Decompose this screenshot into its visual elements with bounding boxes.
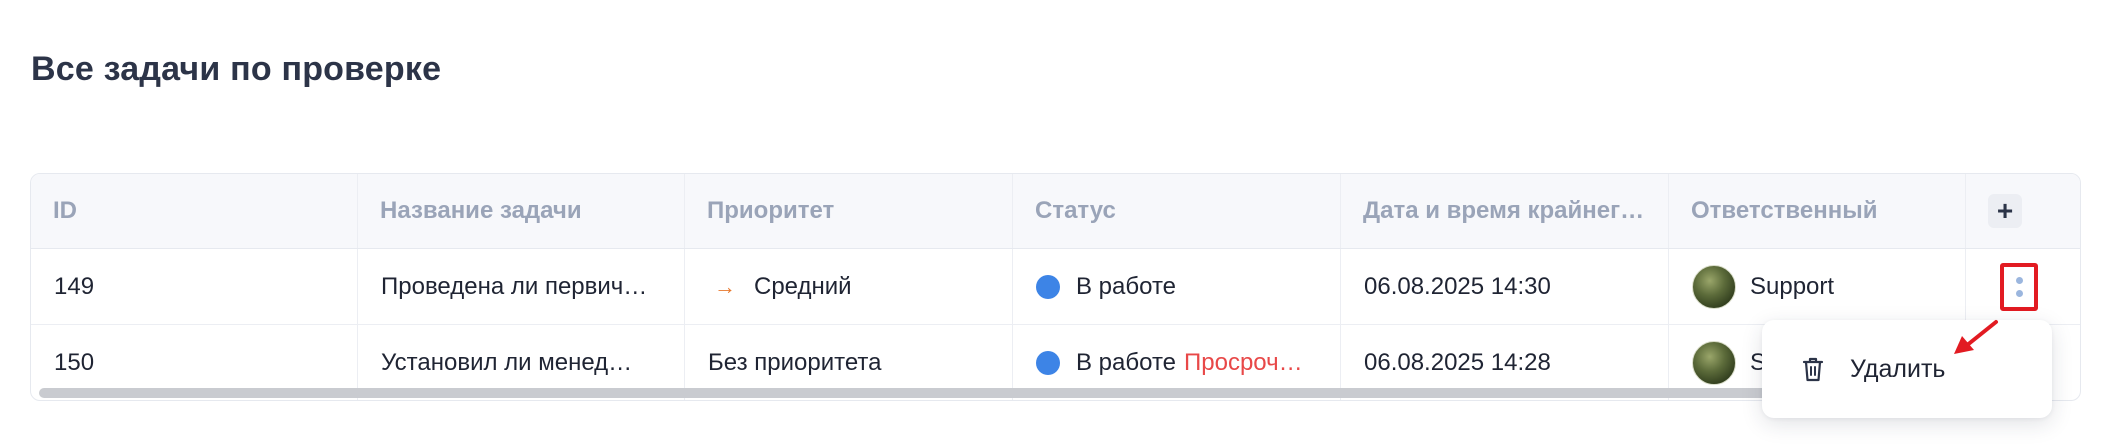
kebab-dot <box>2015 289 2023 297</box>
priority-text: Средний <box>754 272 852 300</box>
arrow-right-icon: → <box>714 273 736 299</box>
table-header: ID Название задачи Приоритет Статус Дата… <box>31 174 2080 249</box>
annotation-arrow-icon <box>1954 320 1998 354</box>
overdue-badge: Просроч… <box>1184 349 1303 376</box>
status-text: В работе <box>1076 349 1177 376</box>
page-title: Все задачи по проверке <box>31 50 442 88</box>
status-text: В работе <box>1076 272 1177 300</box>
cell-task-name[interactable]: Проведена ли первич… <box>358 249 685 324</box>
row-actions-button[interactable] <box>2000 262 2038 311</box>
avatar <box>1692 264 1736 309</box>
cell-status[interactable]: В работе <box>1013 249 1341 324</box>
table-row[interactable]: 149 Проведена ли первич… → Средний В раб… <box>31 249 2080 325</box>
kebab-dot <box>2015 276 2023 284</box>
task-name-text: Установил ли менед… <box>381 349 633 376</box>
add-column-button[interactable]: + <box>1988 194 2022 228</box>
add-column-cell: + <box>1966 174 2080 248</box>
column-header-priority[interactable]: Приоритет <box>685 174 1013 248</box>
trash-icon <box>1802 357 1824 382</box>
horizontal-scrollbar[interactable] <box>39 388 1899 398</box>
cell-deadline[interactable]: 06.08.2025 14:30 <box>1341 249 1669 324</box>
delete-menu-item[interactable]: Удалить <box>1850 355 1945 384</box>
column-header-name[interactable]: Название задачи <box>358 174 685 248</box>
assignee-name: Support <box>1750 272 1835 300</box>
cell-actions <box>1966 249 2080 324</box>
column-header-id[interactable]: ID <box>31 174 358 248</box>
cell-id: 149 <box>31 249 358 324</box>
cell-priority[interactable]: → Средний <box>685 249 1013 324</box>
row-context-menu: Удалить <box>1762 320 2052 418</box>
column-header-status[interactable]: Статус <box>1013 174 1341 248</box>
avatar <box>1692 341 1736 385</box>
priority-text: Без приоритета <box>708 349 882 376</box>
status-dot-icon <box>1036 274 1060 299</box>
cell-assignee[interactable]: Support <box>1669 249 1966 324</box>
column-header-deadline[interactable]: Дата и время крайнег… <box>1341 174 1669 248</box>
task-name-text: Проведена ли первич… <box>381 272 648 300</box>
status-dot-icon <box>1036 351 1060 375</box>
column-header-assignee[interactable]: Ответственный <box>1669 174 1966 248</box>
